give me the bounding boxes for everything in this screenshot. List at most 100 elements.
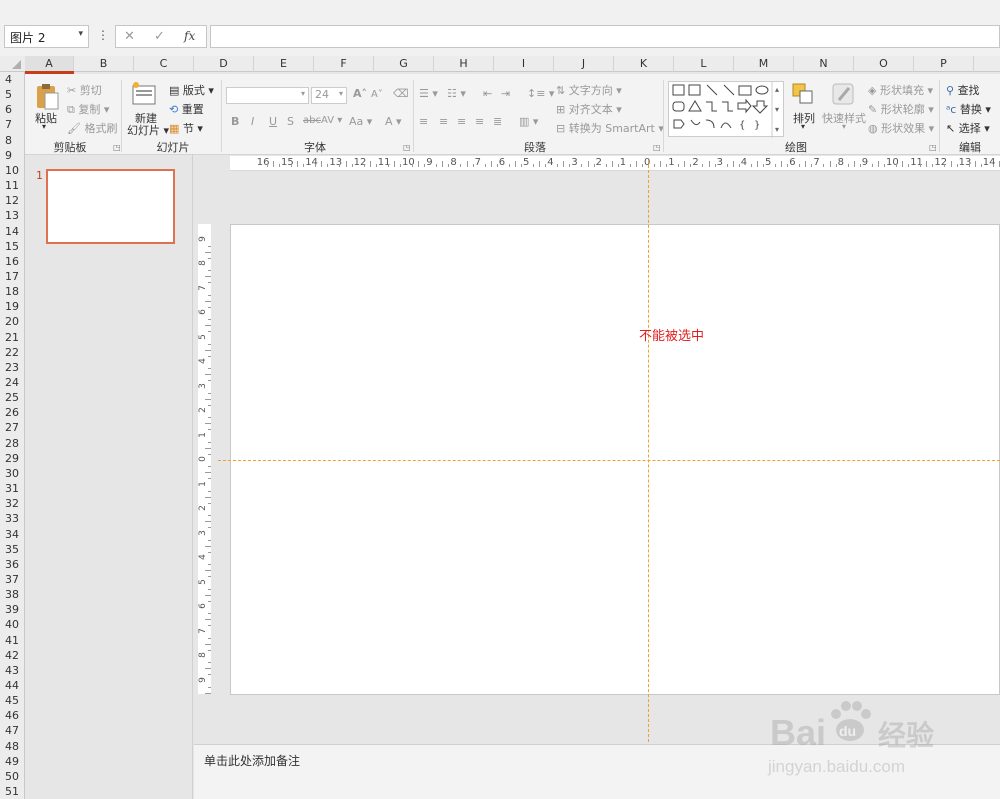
smartart-button[interactable]: ⊟ 转换为 SmartArt ▾: [556, 120, 664, 136]
row-header-cell[interactable]: 29: [0, 451, 25, 466]
column-header-cell[interactable]: H: [434, 56, 494, 72]
row-header-cell[interactable]: 48: [0, 739, 25, 754]
row-header-cell[interactable]: 23: [0, 360, 25, 375]
align-text-button[interactable]: ⊞ 对齐文本 ▾: [556, 101, 622, 117]
bullets-button[interactable]: ☰ ▾: [419, 87, 438, 100]
vertical-guide[interactable]: [648, 160, 649, 742]
row-header-cell[interactable]: 44: [0, 678, 25, 693]
shapes-gallery[interactable]: {} ▴ ▾ ▾: [668, 81, 784, 138]
row-header-cell[interactable]: 7: [0, 117, 25, 132]
row-header-cell[interactable]: 38: [0, 587, 25, 602]
insert-function-icon[interactable]: fx: [184, 29, 195, 43]
column-header-cell[interactable]: L: [674, 56, 734, 72]
reset-button[interactable]: ⟲ 重置: [169, 101, 204, 117]
char-spacing-button[interactable]: AV ▾: [321, 115, 342, 126]
font-name-select[interactable]: ▾: [226, 87, 309, 104]
row-header-cell[interactable]: 31: [0, 481, 25, 496]
row-header-cell[interactable]: 9: [0, 148, 25, 163]
columns-button[interactable]: ▥ ▾: [519, 115, 538, 128]
row-header-cell[interactable]: 4: [0, 72, 25, 87]
more-options-icon[interactable]: ⋮: [97, 28, 109, 42]
row-header-cell[interactable]: 49: [0, 754, 25, 769]
row-header-cell[interactable]: 41: [0, 633, 25, 648]
row-header-cell[interactable]: 50: [0, 769, 25, 784]
shadow-button[interactable]: S: [287, 115, 294, 128]
column-header-cell[interactable]: B: [74, 56, 134, 72]
name-box[interactable]: 图片 2 ▾: [4, 25, 89, 48]
row-header-cell[interactable]: 45: [0, 693, 25, 708]
bold-button[interactable]: B: [231, 115, 239, 128]
row-header-cell[interactable]: 24: [0, 375, 25, 390]
dialog-launcher-icon[interactable]: ◳: [653, 143, 661, 152]
chevron-down-icon[interactable]: ▾: [842, 122, 846, 131]
column-header-cell[interactable]: D: [194, 56, 254, 72]
row-header-cell[interactable]: 43: [0, 663, 25, 678]
row-header-cell[interactable]: 12: [0, 193, 25, 208]
shape-effects-button[interactable]: ◍ 形状效果 ▾: [868, 120, 934, 136]
line-spacing-button[interactable]: ↕≡ ▾: [527, 87, 554, 100]
column-header-cell[interactable]: G: [374, 56, 434, 72]
shape-outline-button[interactable]: ✎ 形状轮廓 ▾: [868, 101, 934, 117]
row-header-cell[interactable]: 27: [0, 420, 25, 435]
clear-format-icon[interactable]: ⌫: [393, 87, 409, 100]
row-header-cell[interactable]: 37: [0, 572, 25, 587]
row-header-cell[interactable]: 13: [0, 208, 25, 223]
column-header-cell[interactable]: F: [314, 56, 374, 72]
align-left-icon[interactable]: ≡: [419, 115, 428, 128]
column-header-cell[interactable]: E: [254, 56, 314, 72]
new-slide-button[interactable]: [129, 80, 159, 108]
numbering-button[interactable]: ☷ ▾: [447, 87, 466, 100]
row-header-cell[interactable]: 6: [0, 102, 25, 117]
format-painter-button[interactable]: 🖌 格式刷: [67, 120, 117, 136]
column-header-cell[interactable]: N: [794, 56, 854, 72]
italic-button[interactable]: I: [251, 115, 254, 128]
replace-button[interactable]: ᵃc 替换 ▾: [946, 101, 991, 117]
row-header-cell[interactable]: 8: [0, 133, 25, 148]
underline-button[interactable]: U: [269, 115, 277, 128]
row-header-cell[interactable]: 40: [0, 617, 25, 632]
row-header-cell[interactable]: 25: [0, 390, 25, 405]
select-button[interactable]: ↖ 选择 ▾: [946, 120, 990, 136]
row-header-cell[interactable]: 36: [0, 557, 25, 572]
grow-font-button[interactable]: A˄: [353, 87, 367, 100]
horizontal-guide[interactable]: [218, 460, 1000, 461]
row-header-cell[interactable]: 26: [0, 405, 25, 420]
font-size-select[interactable]: 24 ▾: [311, 87, 347, 104]
row-header-cell[interactable]: 10: [0, 163, 25, 178]
column-header-cell[interactable]: K: [614, 56, 674, 72]
column-header-cell[interactable]: A: [25, 56, 74, 72]
row-header-cell[interactable]: 32: [0, 496, 25, 511]
column-header-cell[interactable]: C: [134, 56, 194, 72]
column-header-cell[interactable]: I: [494, 56, 554, 72]
cancel-icon[interactable]: ✕: [124, 29, 135, 44]
copy-button[interactable]: ⧉ 复制 ▾: [67, 101, 109, 117]
dialog-launcher-icon[interactable]: ◳: [929, 143, 937, 152]
row-header-cell[interactable]: 17: [0, 269, 25, 284]
text-direction-button[interactable]: ⇅ 文字方向 ▾: [556, 82, 622, 98]
find-button[interactable]: ⚲ 查找: [946, 82, 980, 98]
row-header-cell[interactable]: 39: [0, 602, 25, 617]
arrange-button[interactable]: [791, 82, 815, 108]
row-header-cell[interactable]: 5: [0, 87, 25, 102]
section-button[interactable]: ▦ 节 ▾: [169, 120, 203, 136]
row-header-cell[interactable]: 51: [0, 784, 25, 799]
row-header-cell[interactable]: 46: [0, 708, 25, 723]
canvas-text[interactable]: 不能被选中: [639, 325, 704, 344]
layout-button[interactable]: ▤ 版式 ▾: [169, 82, 214, 98]
shrink-font-button[interactable]: A˅: [371, 89, 383, 100]
strikethrough-button[interactable]: abc: [303, 115, 321, 126]
row-header-cell[interactable]: 19: [0, 299, 25, 314]
dialog-launcher-icon[interactable]: ◳: [403, 143, 411, 152]
justify-icon[interactable]: ≡: [475, 115, 484, 128]
row-header-cell[interactable]: 14: [0, 224, 25, 239]
change-case-button[interactable]: Aa ▾: [349, 115, 372, 128]
cut-button[interactable]: ✂ 剪切: [67, 82, 102, 98]
increase-indent-icon[interactable]: ⇥: [501, 87, 510, 100]
font-color-button[interactable]: A ▾: [385, 115, 402, 128]
column-header-cell[interactable]: P: [914, 56, 974, 72]
row-header-cell[interactable]: 28: [0, 436, 25, 451]
chevron-down-icon[interactable]: ▾: [78, 29, 83, 39]
column-header-cell[interactable]: J: [554, 56, 614, 72]
select-all-icon[interactable]: [12, 60, 21, 69]
row-header-cell[interactable]: 16: [0, 254, 25, 269]
